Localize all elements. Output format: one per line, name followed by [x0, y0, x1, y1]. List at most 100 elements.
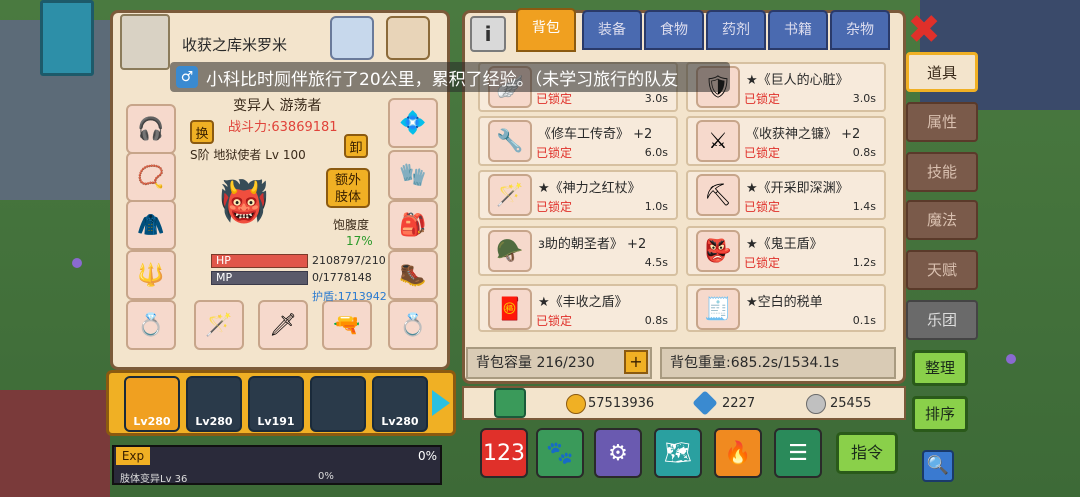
item-name: ★空白的税单	[746, 295, 823, 310]
swap-button[interactable]: 换	[190, 120, 214, 144]
item-locked: 已锁定	[744, 92, 781, 106]
guild-emblem-icon[interactable]	[120, 14, 170, 70]
party-member-3[interactable]: Lv191	[248, 376, 304, 432]
item-weight: 3.0s	[852, 92, 876, 105]
party-level: Lv280	[195, 415, 233, 428]
battle-power: 战斗力:63869181	[228, 120, 338, 135]
staff-icon: 🪄	[205, 312, 233, 338]
scythe-icon: ⚔	[696, 120, 740, 162]
red-robe-icon: 🧥	[137, 212, 165, 238]
item-name: 《修车工传奇》 +2	[538, 127, 653, 142]
map-icon[interactable]: 🗺	[654, 428, 702, 478]
command-button[interactable]: 指令	[836, 432, 898, 474]
tab-books[interactable]: 书籍	[768, 10, 828, 50]
character-sprite: 👹	[219, 179, 269, 225]
equip-slot-headgear[interactable]: 🎧	[126, 104, 176, 154]
party-member-1[interactable]: Lv280	[124, 376, 180, 432]
sidebar-item-magic[interactable]: 魔法	[906, 200, 978, 240]
gold-amount: 57513936	[588, 396, 655, 411]
info-button[interactable]: i	[470, 16, 506, 52]
equip-slot-gloves[interactable]: 🧤	[388, 150, 438, 200]
tab-potion[interactable]: 药剂	[706, 10, 766, 50]
quantity-icon[interactable]: 123	[480, 428, 528, 478]
item-weight: 0.8s	[852, 146, 876, 159]
inventory-item[interactable]: 👺 ★《鬼王盾》 已锁定 1.2s	[686, 226, 886, 276]
sidebar-item-skills[interactable]: 技能	[906, 152, 978, 192]
equip-slot-boots[interactable]: 🥾	[388, 250, 438, 300]
download-icon[interactable]	[494, 388, 526, 418]
columns-icon[interactable]: ☰	[774, 428, 822, 478]
inventory-item[interactable]: 🪄 ★《神力之红杖》 已锁定 1.0s	[478, 170, 678, 220]
item-weight: 6.0s	[644, 146, 668, 159]
equip-slot-necklace[interactable]: 📿	[126, 152, 176, 202]
silver-coin-icon	[806, 394, 826, 414]
organize-button[interactable]: 整理	[912, 350, 968, 386]
equip-slot-gun[interactable]: 🔫	[322, 300, 372, 350]
necklace-icon: 📿	[137, 164, 165, 190]
hp-value: 2108797/210	[312, 254, 386, 267]
character-title: 收获之库米罗米	[182, 36, 288, 54]
sort-button[interactable]: 排序	[912, 396, 968, 432]
party-level: Lv280	[133, 415, 171, 428]
sidebar-item-band[interactable]: 乐团	[906, 300, 978, 340]
inventory-item[interactable]: 🧧 ★《丰收之盾》 已锁定 0.8s	[478, 284, 678, 332]
atm-machine	[40, 0, 94, 76]
gun-icon: 🔫	[333, 312, 361, 338]
boots-icon: 🥾	[399, 262, 427, 288]
inventory-item[interactable]: ⛏ ★《开采即深渊》 已锁定 1.4s	[686, 170, 886, 220]
ring-icon: 💍	[137, 312, 165, 338]
ring-icon: 💍	[399, 312, 427, 338]
sidebar-item-talent[interactable]: 天赋	[906, 250, 978, 290]
item-locked: 已锁定	[536, 314, 573, 328]
tab-food[interactable]: 食物	[644, 10, 704, 50]
search-icon[interactable]: 🔍	[922, 450, 954, 482]
equip-slot-ring[interactable]: 💍	[126, 300, 176, 350]
item-name: ★《巨人的心脏》	[746, 73, 849, 88]
gear-icon[interactable]: ⚙	[594, 428, 642, 478]
inventory-item[interactable]: 🔧 《修车工传奇》 +2 已锁定 6.0s	[478, 116, 678, 166]
party-member-4[interactable]	[310, 376, 366, 432]
close-icon[interactable]: ✖	[906, 10, 942, 50]
tab-equipment[interactable]: 装备	[582, 10, 642, 50]
equip-slot-weapon-2[interactable]: 🗡	[258, 300, 308, 350]
expand-capacity-button[interactable]: +	[624, 350, 648, 374]
item-weight: 3.0s	[644, 92, 668, 105]
inventory-item[interactable]: 🪖 з助的朝圣者》 +2 4.5s	[478, 226, 678, 276]
hanger-icon[interactable]	[386, 16, 430, 60]
item-weight: 0.8s	[644, 314, 668, 327]
party-member-2[interactable]: Lv280	[186, 376, 242, 432]
equip-slot-ring-2[interactable]: 💍	[388, 300, 438, 350]
extra-limb-button[interactable]: 额外 肢体	[326, 168, 370, 208]
item-name: з助的朝圣者》 +2	[538, 237, 647, 252]
tab-bag[interactable]: 背包	[516, 8, 576, 52]
sidebar-item-attributes[interactable]: 属性	[906, 102, 978, 142]
flower-icon	[1006, 354, 1016, 364]
paw-icon[interactable]: 🐾	[536, 428, 584, 478]
fire-icon[interactable]: 🔥	[714, 428, 762, 478]
pickaxe-icon: ⛏	[696, 174, 740, 216]
tax-form-icon: 🧾	[696, 288, 740, 330]
silver-amount: 25455	[830, 396, 872, 411]
equip-slot-weapon-1[interactable]: 🪄	[194, 300, 244, 350]
equip-slot-amulet[interactable]: 🔱	[126, 250, 176, 300]
mp-bar: MP	[211, 271, 308, 285]
inventory-item[interactable]: ⚔ 《收获神之镰》 +2 已锁定 0.8s	[686, 116, 886, 166]
diamond-amount: 2227	[722, 396, 756, 411]
unequip-button[interactable]: 卸	[344, 134, 368, 158]
item-name: ★《神力之红杖》	[538, 181, 641, 196]
mutation-label: 肢体变异Lv 36	[120, 474, 188, 485]
wrench-icon: 🔧	[488, 120, 532, 162]
item-locked: 已锁定	[536, 200, 573, 214]
equip-slot-armor[interactable]: 🧥	[126, 200, 176, 250]
sidebar-item-items[interactable]: 道具	[906, 52, 978, 92]
party-level: Lv280	[381, 415, 419, 428]
gem-icon: 💠	[399, 110, 427, 136]
inventory-item[interactable]: 🧾 ★空白的税单 0.1s	[686, 284, 886, 332]
tab-misc[interactable]: 杂物	[830, 10, 890, 50]
mp-value: 0/1778148	[312, 271, 372, 284]
equip-slot-gem[interactable]: 💠	[388, 98, 438, 148]
equip-slot-belt[interactable]: 🎒	[388, 200, 438, 250]
portal-icon[interactable]	[330, 16, 374, 60]
exp-percent: 0%	[418, 449, 438, 463]
party-member-5[interactable]: Lv280	[372, 376, 428, 432]
